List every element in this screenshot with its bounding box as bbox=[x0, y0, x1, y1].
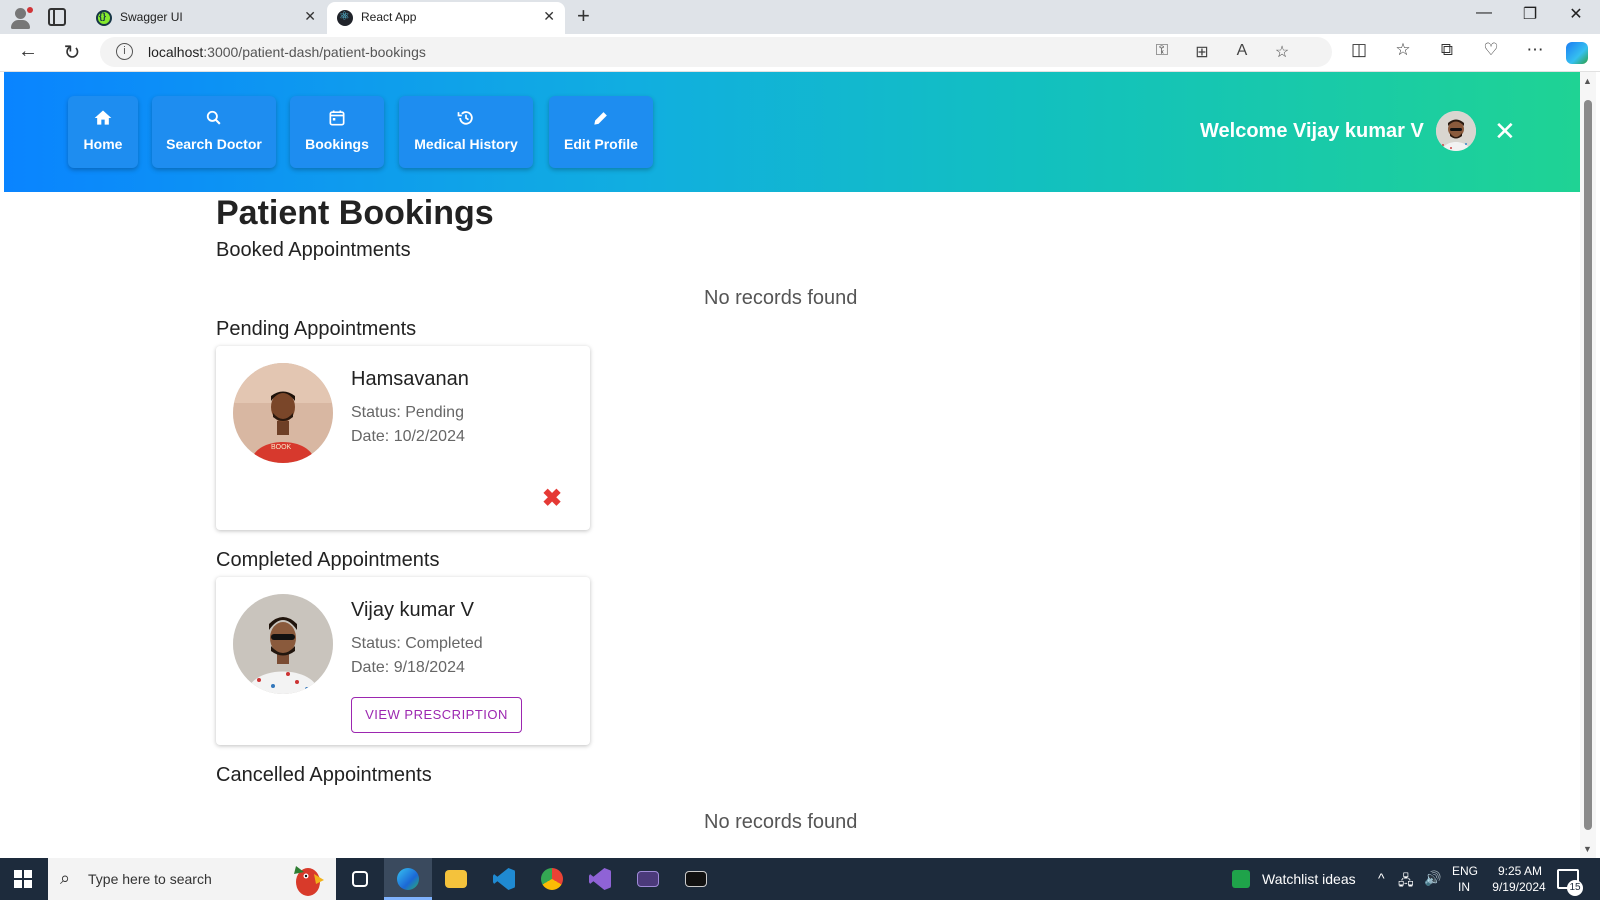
nav-label: Edit Profile bbox=[564, 136, 638, 152]
cancelled-appointments-title: Cancelled Appointments bbox=[216, 764, 432, 786]
doctor-avatar: BOOK bbox=[233, 363, 333, 463]
nav-edit-profile-button[interactable]: Edit Profile bbox=[549, 96, 653, 168]
read-aloud-icon[interactable]: A bbox=[1230, 42, 1254, 60]
pending-appointments-title: Pending Appointments bbox=[216, 318, 417, 340]
calendar-icon bbox=[329, 110, 345, 126]
nav-search-doctor-button[interactable]: Search Doctor bbox=[152, 96, 276, 168]
terminal-purple-icon[interactable] bbox=[624, 858, 672, 900]
scroll-up-icon[interactable]: ▲ bbox=[1583, 76, 1592, 86]
home-icon bbox=[94, 110, 112, 125]
nav-bookings-button[interactable]: Bookings bbox=[290, 96, 384, 168]
nav-medical-history-button[interactable]: Medical History bbox=[399, 96, 533, 168]
close-tab-icon[interactable]: ✕ bbox=[304, 8, 316, 25]
cancelled-empty-message: No records found bbox=[704, 811, 858, 833]
appointment-date: Date: 10/2/2024 bbox=[351, 428, 465, 445]
pending-appointment-card: BOOK Hamsavanan Status: Pending Date: 10… bbox=[216, 346, 590, 530]
file-explorer-icon[interactable] bbox=[432, 858, 480, 900]
refresh-icon[interactable]: ↻ bbox=[58, 40, 86, 65]
password-key-icon[interactable]: ⚿ bbox=[1150, 42, 1174, 60]
app-header: Home Search Doctor Bookings Medical Hist… bbox=[4, 72, 1580, 192]
browser-toolbar: ← ↻ i localhost:3000/patient-dash/patien… bbox=[0, 34, 1600, 72]
history-icon bbox=[457, 111, 473, 125]
favorite-star-icon[interactable]: ☆ bbox=[1270, 42, 1294, 62]
favorites-icon[interactable]: ☆ bbox=[1389, 40, 1417, 60]
restore-icon[interactable]: ❐ bbox=[1507, 4, 1553, 24]
browser-tab-strip: Swagger UI ✕ React App ✕ + — ❐ ✕ bbox=[0, 0, 1600, 34]
windows-taskbar: ⌕ Type here to search Watchlist ideas ^ … bbox=[0, 858, 1600, 900]
user-avatar[interactable] bbox=[1436, 111, 1476, 151]
close-tab-icon[interactable]: ✕ bbox=[543, 8, 555, 25]
completed-appointments-title: Completed Appointments bbox=[216, 549, 440, 571]
network-icon[interactable]: 🖧 bbox=[1398, 870, 1414, 894]
appointment-date: Date: 9/18/2024 bbox=[351, 659, 465, 676]
edge-taskbar-icon[interactable] bbox=[384, 858, 432, 900]
welcome-text: Welcome Vijay kumar V bbox=[1200, 120, 1424, 142]
widget-label[interactable]: Watchlist ideas bbox=[1262, 871, 1356, 887]
new-tab-icon[interactable]: + bbox=[577, 3, 590, 29]
watchlist-widget-icon[interactable] bbox=[1232, 870, 1250, 888]
taskbar-search-placeholder: Type here to search bbox=[88, 871, 212, 887]
view-prescription-button[interactable]: VIEW PRESCRIPTION bbox=[351, 697, 522, 733]
language-indicator[interactable]: ENG bbox=[1452, 864, 1478, 878]
taskbar-search-box[interactable]: ⌕ Type here to search bbox=[48, 858, 336, 900]
edit-icon bbox=[594, 112, 607, 125]
nav-home-button[interactable]: Home bbox=[68, 96, 138, 168]
swagger-icon bbox=[96, 10, 112, 26]
windows-start-icon[interactable] bbox=[14, 870, 32, 888]
tab-title: Swagger UI bbox=[120, 10, 183, 24]
react-icon bbox=[337, 9, 353, 26]
command-prompt-icon[interactable] bbox=[672, 858, 720, 900]
search-icon: ⌕ bbox=[60, 868, 71, 888]
appointment-status: Status: Completed bbox=[351, 635, 483, 652]
cancel-appointment-icon[interactable]: ✖ bbox=[542, 484, 562, 513]
booked-appointments-title: Booked Appointments bbox=[216, 239, 411, 261]
url-text[interactable]: localhost:3000/patient-dash/patient-book… bbox=[148, 44, 426, 60]
back-icon[interactable]: ← bbox=[14, 40, 42, 63]
volume-icon[interactable]: 🔊 bbox=[1424, 870, 1441, 887]
nav-label: Bookings bbox=[305, 136, 369, 152]
appointment-status: Status: Pending bbox=[351, 404, 464, 421]
visual-studio-icon[interactable] bbox=[576, 858, 624, 900]
split-screen-icon[interactable]: ◫ bbox=[1345, 40, 1373, 60]
tab-swagger-ui[interactable]: Swagger UI ✕ bbox=[86, 2, 326, 34]
search-highlight-parrot-icon bbox=[294, 866, 324, 896]
browser-profile-icon[interactable] bbox=[8, 5, 34, 31]
nav-label: Medical History bbox=[414, 136, 518, 152]
nav-label: Search Doctor bbox=[166, 136, 262, 152]
copilot-icon[interactable] bbox=[1566, 42, 1588, 64]
scroll-down-icon[interactable]: ▼ bbox=[1583, 844, 1592, 854]
page-viewport: Home Search Doctor Bookings Medical Hist… bbox=[4, 72, 1580, 858]
task-view-icon[interactable] bbox=[336, 858, 384, 900]
completed-appointment-card: Vijay kumar V Status: Completed Date: 9/… bbox=[216, 577, 590, 745]
tab-title: React App bbox=[361, 10, 417, 24]
region-indicator[interactable]: IN bbox=[1458, 880, 1470, 894]
search-icon bbox=[206, 110, 221, 125]
collections-icon[interactable]: ⧉ bbox=[1433, 40, 1461, 60]
more-options-icon[interactable]: ⋯ bbox=[1521, 40, 1549, 60]
tab-actions-icon[interactable] bbox=[48, 8, 66, 26]
notification-count-badge: 15 bbox=[1567, 880, 1583, 896]
tab-react-app[interactable]: React App ✕ bbox=[327, 2, 565, 34]
svg-text:BOOK: BOOK bbox=[271, 444, 292, 451]
show-hidden-icons-chevron-icon[interactable]: ^ bbox=[1378, 870, 1385, 886]
chrome-icon[interactable] bbox=[528, 858, 576, 900]
address-bar[interactable]: i localhost:3000/patient-dash/patient-bo… bbox=[100, 37, 1332, 67]
browser-essentials-icon[interactable]: ♡ bbox=[1477, 40, 1505, 60]
page-title: Patient Bookings bbox=[216, 194, 494, 232]
scrollbar-thumb[interactable] bbox=[1584, 100, 1592, 830]
clock-date[interactable]: 9/19/2024 bbox=[1484, 880, 1554, 894]
doctor-avatar bbox=[233, 594, 333, 694]
doctor-name: Hamsavanan bbox=[351, 368, 469, 390]
clock-time[interactable]: 9:25 AM bbox=[1494, 864, 1546, 878]
app-available-icon[interactable]: ⊞ bbox=[1190, 42, 1214, 62]
booked-empty-message: No records found bbox=[704, 287, 858, 309]
doctor-name: Vijay kumar V bbox=[351, 599, 475, 621]
window-close-icon[interactable]: ✕ bbox=[1553, 4, 1599, 24]
vscode-icon[interactable] bbox=[480, 858, 528, 900]
site-info-icon[interactable]: i bbox=[116, 43, 133, 60]
minimize-icon[interactable]: — bbox=[1461, 4, 1507, 22]
close-icon[interactable]: ✕ bbox=[1494, 116, 1516, 147]
page-scrollbar[interactable]: ▲ ▼ bbox=[1580, 72, 1596, 858]
nav-label: Home bbox=[83, 136, 123, 152]
